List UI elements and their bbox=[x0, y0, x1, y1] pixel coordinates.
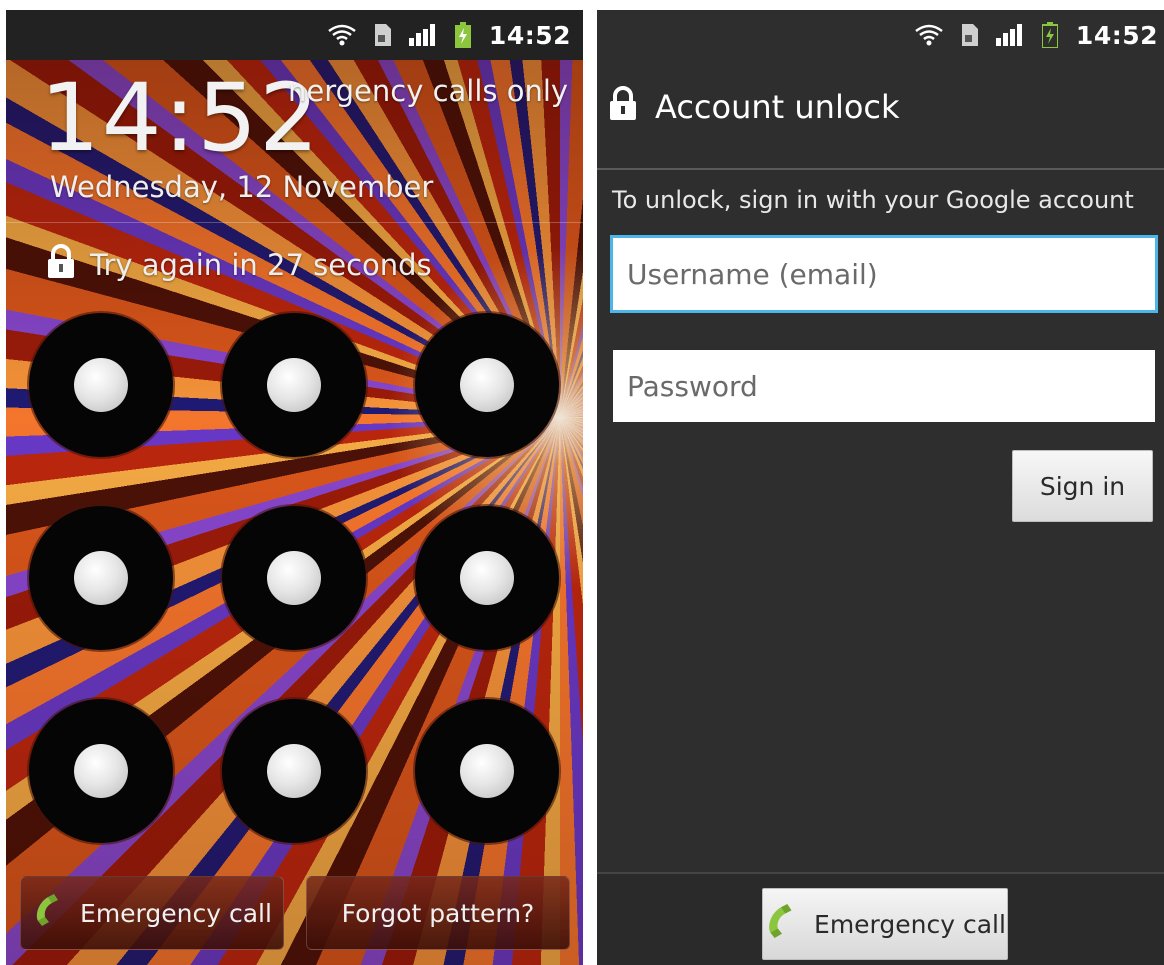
sign-in-button[interactable]: Sign in bbox=[1012, 450, 1153, 522]
forgot-pattern-label: Forgot pattern? bbox=[341, 898, 535, 928]
sim-card-icon bbox=[374, 24, 391, 46]
lockout-message-text: Try again in 27 seconds bbox=[90, 247, 432, 282]
pattern-dot-center bbox=[74, 358, 128, 412]
lock-icon bbox=[46, 244, 76, 285]
phone-icon bbox=[764, 903, 800, 945]
emergency-call-button[interactable]: Emergency call bbox=[20, 876, 284, 950]
pattern-dot-center bbox=[460, 551, 514, 605]
pattern-lock-screen: 14:52 14:52 nergency calls only Wednesda… bbox=[6, 10, 583, 965]
signal-icon bbox=[408, 24, 437, 46]
status-time: 14:52 bbox=[488, 20, 571, 50]
page-title-text: Account unlock bbox=[655, 88, 900, 126]
pattern-dot-6[interactable] bbox=[415, 506, 559, 650]
pattern-dot-4[interactable] bbox=[29, 506, 173, 650]
pattern-dot-center bbox=[74, 744, 128, 798]
pattern-dot-center bbox=[267, 744, 321, 798]
signal-icon bbox=[995, 24, 1024, 46]
emergency-call-label: Emergency call bbox=[80, 898, 272, 928]
phone-icon bbox=[32, 893, 66, 933]
pattern-dot-center bbox=[460, 358, 514, 412]
carrier-status-text: nergency calls only bbox=[288, 74, 569, 108]
pattern-dot-7[interactable] bbox=[29, 699, 173, 843]
screenshot-stage: 14:52 14:52 nergency calls only Wednesda… bbox=[0, 0, 1164, 965]
pattern-dot-8[interactable] bbox=[222, 699, 366, 843]
wifi-icon bbox=[914, 23, 944, 47]
status-bar: 14:52 bbox=[597, 10, 1164, 60]
sim-card-icon bbox=[961, 24, 978, 46]
battery-charging-icon bbox=[454, 22, 471, 48]
pattern-dot-2[interactable] bbox=[222, 313, 366, 457]
pattern-dot-center bbox=[460, 744, 514, 798]
divider bbox=[597, 168, 1164, 170]
sign-in-label: Sign in bbox=[1039, 471, 1126, 501]
status-bar: 14:52 bbox=[6, 10, 583, 60]
lockscreen-button-bar: Emergency call Forgot pattern? bbox=[20, 876, 570, 950]
pattern-grid[interactable] bbox=[29, 313, 559, 843]
forgot-pattern-button[interactable]: Forgot pattern? bbox=[306, 876, 570, 950]
pattern-dot-center bbox=[267, 358, 321, 412]
pattern-dot-9[interactable] bbox=[415, 699, 559, 843]
username-input[interactable] bbox=[613, 238, 1155, 310]
bottom-bar: Emergency call bbox=[597, 872, 1164, 965]
lockscreen-date: Wednesday, 12 November bbox=[50, 170, 434, 204]
pattern-dot-center bbox=[74, 551, 128, 605]
lockout-message: Try again in 27 seconds bbox=[46, 244, 432, 285]
pattern-dot-5[interactable] bbox=[222, 506, 366, 650]
battery-charging-icon bbox=[1041, 22, 1058, 48]
lock-icon bbox=[609, 86, 637, 128]
divider bbox=[6, 222, 583, 223]
pattern-dot-3[interactable] bbox=[415, 313, 559, 457]
status-time: 14:52 bbox=[1075, 20, 1158, 50]
lockscreen-clock: 14:52 bbox=[40, 64, 321, 173]
signin-instruction: To unlock, sign in with your Google acco… bbox=[612, 186, 1134, 214]
emergency-call-label: Emergency call bbox=[814, 909, 1006, 939]
wifi-icon bbox=[327, 23, 357, 47]
pattern-dot-center bbox=[267, 551, 321, 605]
password-input[interactable] bbox=[613, 350, 1155, 422]
emergency-call-button[interactable]: Emergency call bbox=[762, 888, 1008, 960]
screen-separator bbox=[583, 0, 597, 965]
account-unlock-screen: 14:52 Account unlock To unlock, sign in … bbox=[597, 10, 1164, 965]
page-title: Account unlock bbox=[609, 86, 900, 128]
pattern-dot-1[interactable] bbox=[29, 313, 173, 457]
